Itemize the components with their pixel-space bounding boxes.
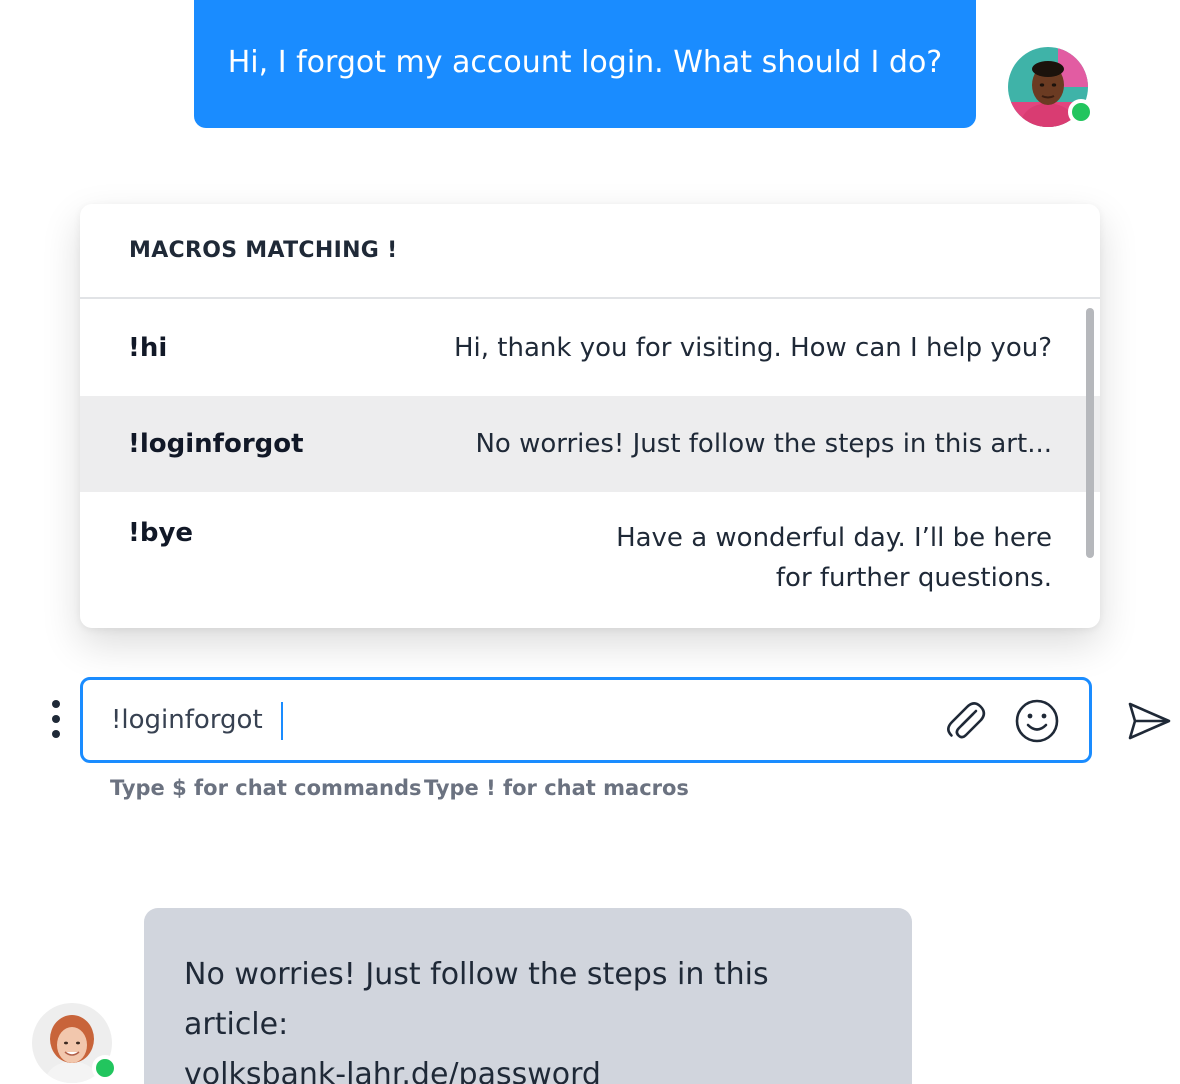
chat-macros-hint: Type ! for chat macros [424,776,689,800]
macro-suggestions-panel: MACROS MATCHING ! !hi Hi, thank you for … [80,204,1100,628]
message-input[interactable] [111,700,911,740]
macro-item-hi[interactable]: !hi Hi, thank you for visiting. How can … [80,300,1100,396]
online-status-indicator [92,1055,118,1081]
more-vertical-icon[interactable] [44,700,68,742]
macro-key: !hi [128,333,168,363]
macro-preview-line: for further questions. [775,563,1052,593]
article-link[interactable]: volksbank-lahr.de/password [184,1057,601,1084]
customer-message-text: Hi, I forgot my account login. What shou… [227,44,943,80]
customer-message-bubble: Hi, I forgot my account login. What shou… [194,0,976,128]
macro-panel-scrollbar[interactable] [1086,308,1094,558]
macro-key: !loginforgot [128,429,304,459]
macro-panel-title: MACROS MATCHING ! [80,204,1100,299]
online-status-indicator [1068,99,1094,125]
macro-key: !bye [128,518,194,548]
macro-preview-text: Hi, thank you for visiting. How can I he… [454,333,1052,363]
agent-message-text: No worries! Just follow the steps in thi… [184,957,769,1042]
agent-avatar [32,1003,118,1083]
paperclip-icon[interactable] [943,698,989,744]
macro-preview-text: Have a wonderful day. I’ll be here for f… [592,518,1052,598]
chat-commands-hint: Type $ for chat commands [110,776,422,800]
macro-item-loginforgot[interactable]: !loginforgot No worries! Just follow the… [80,396,1100,492]
text-caret [281,702,283,740]
send-icon[interactable] [1126,700,1172,742]
customer-avatar [1008,47,1094,127]
agent-message-bubble: No worries! Just follow the steps in thi… [144,908,912,1084]
macro-preview-line: Have a wonderful day. I’ll be here [616,523,1052,553]
macro-item-bye[interactable]: !bye Have a wonderful day. I’ll be here … [80,492,1100,624]
smiley-icon[interactable] [1013,697,1061,745]
macro-preview-text: No worries! Just follow the steps in thi… [475,429,1052,459]
message-composer [80,677,1092,763]
